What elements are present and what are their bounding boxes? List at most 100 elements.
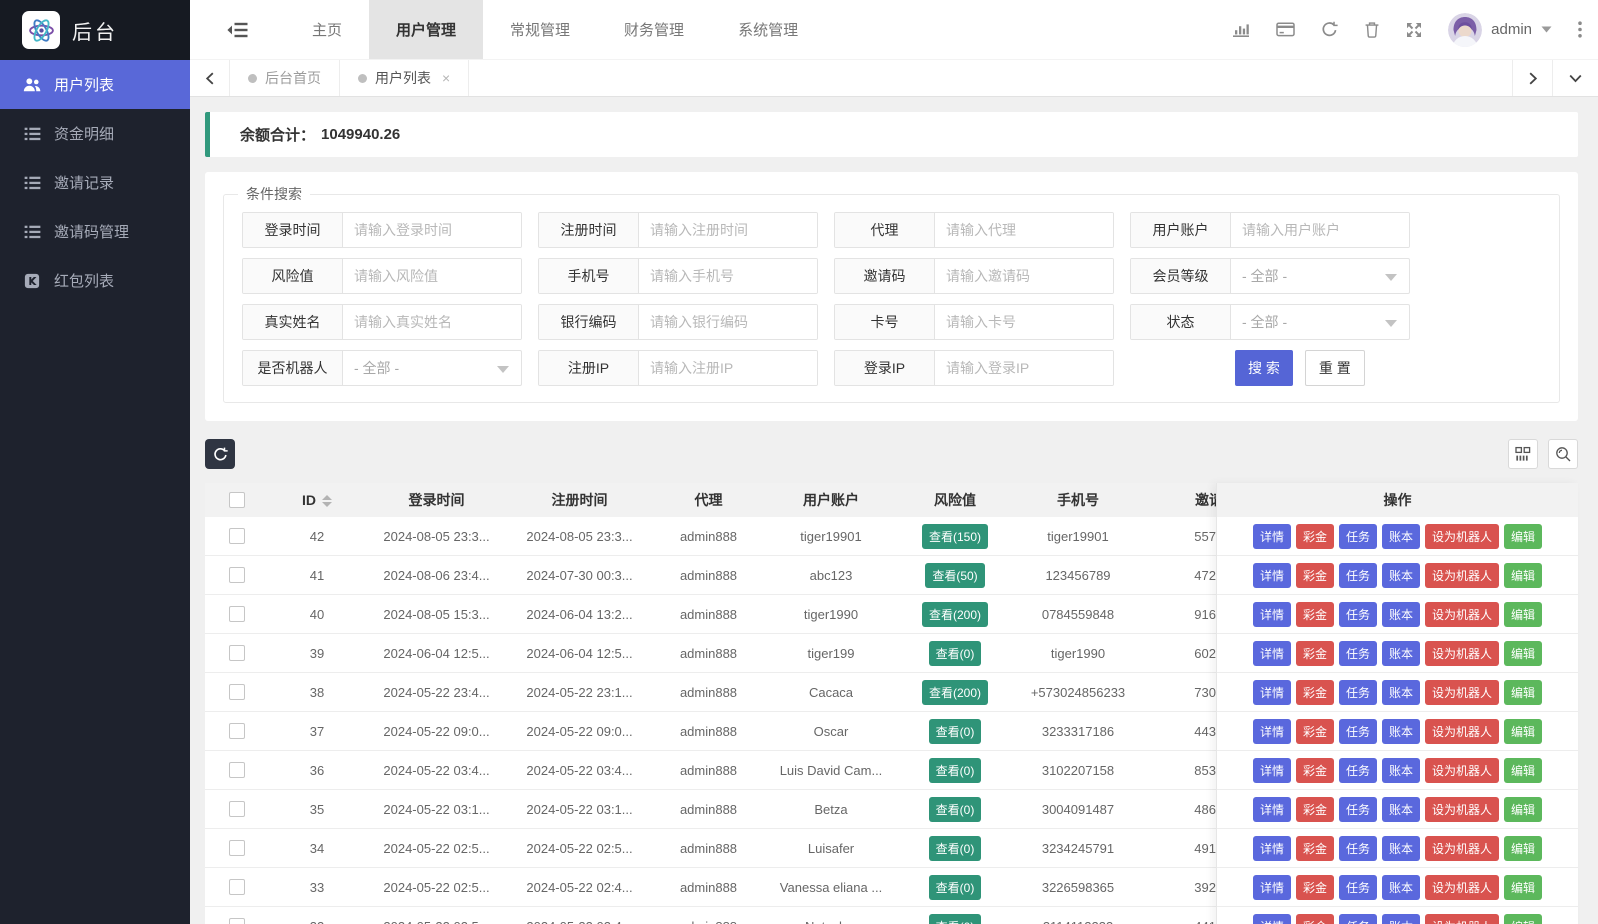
row-checkbox[interactable]	[229, 801, 245, 817]
action-彩金-button[interactable]: 彩金	[1296, 797, 1334, 822]
columns-settings-icon[interactable]	[1508, 439, 1538, 469]
trash-icon[interactable]	[1364, 21, 1380, 38]
action-账本-button[interactable]: 账本	[1382, 641, 1420, 666]
row-checkbox[interactable]	[229, 606, 245, 622]
action-设为机器人-button[interactable]: 设为机器人	[1425, 602, 1499, 627]
search-input-真实姓名[interactable]	[343, 305, 521, 339]
action-任务-button[interactable]: 任务	[1339, 719, 1377, 744]
action-彩金-button[interactable]: 彩金	[1296, 680, 1334, 705]
action-设为机器人-button[interactable]: 设为机器人	[1425, 836, 1499, 861]
sidebar-item-4[interactable]: 邀请码管理	[0, 207, 190, 256]
tabs-scroll-left-icon[interactable]	[190, 60, 230, 96]
risk-view-badge[interactable]: 查看(50)	[925, 563, 984, 588]
sidebar-item-1[interactable]: 用户列表	[0, 60, 190, 109]
top-menu-item-1[interactable]: 主页	[285, 0, 369, 59]
action-任务-button[interactable]: 任务	[1339, 602, 1377, 627]
action-账本-button[interactable]: 账本	[1382, 875, 1420, 900]
action-编辑-button[interactable]: 编辑	[1504, 680, 1542, 705]
tab-1[interactable]: 后台首页	[230, 60, 340, 96]
action-彩金-button[interactable]: 彩金	[1296, 602, 1334, 627]
action-账本-button[interactable]: 账本	[1382, 524, 1420, 549]
action-编辑-button[interactable]: 编辑	[1504, 524, 1542, 549]
action-详情-button[interactable]: 详情	[1253, 875, 1291, 900]
action-设为机器人-button[interactable]: 设为机器人	[1425, 875, 1499, 900]
action-任务-button[interactable]: 任务	[1339, 524, 1377, 549]
sort-desc-icon[interactable]	[322, 502, 332, 507]
row-checkbox[interactable]	[229, 684, 245, 700]
risk-view-badge[interactable]: 查看(0)	[929, 914, 982, 924]
search-input-注册时间[interactable]	[639, 213, 817, 247]
row-checkbox[interactable]	[229, 645, 245, 661]
search-input-银行编码[interactable]	[639, 305, 817, 339]
action-账本-button[interactable]: 账本	[1382, 680, 1420, 705]
search-select-会员等级[interactable]: - 全部 -	[1231, 259, 1409, 293]
action-设为机器人-button[interactable]: 设为机器人	[1425, 719, 1499, 744]
action-设为机器人-button[interactable]: 设为机器人	[1425, 680, 1499, 705]
search-select-状态[interactable]: - 全部 -	[1231, 305, 1409, 339]
action-详情-button[interactable]: 详情	[1253, 797, 1291, 822]
action-彩金-button[interactable]: 彩金	[1296, 836, 1334, 861]
action-账本-button[interactable]: 账本	[1382, 563, 1420, 588]
search-input-风险值[interactable]	[343, 259, 521, 293]
fullscreen-icon[interactable]	[1406, 22, 1422, 38]
action-任务-button[interactable]: 任务	[1339, 563, 1377, 588]
search-table-icon[interactable]	[1548, 439, 1578, 469]
action-编辑-button[interactable]: 编辑	[1504, 602, 1542, 627]
row-checkbox[interactable]	[229, 528, 245, 544]
action-彩金-button[interactable]: 彩金	[1296, 563, 1334, 588]
risk-view-badge[interactable]: 查看(0)	[929, 641, 982, 666]
action-彩金-button[interactable]: 彩金	[1296, 641, 1334, 666]
action-任务-button[interactable]: 任务	[1339, 914, 1377, 924]
row-checkbox[interactable]	[229, 840, 245, 856]
action-任务-button[interactable]: 任务	[1339, 641, 1377, 666]
risk-view-badge[interactable]: 查看(0)	[929, 875, 982, 900]
action-任务-button[interactable]: 任务	[1339, 875, 1377, 900]
row-checkbox[interactable]	[229, 762, 245, 778]
action-彩金-button[interactable]: 彩金	[1296, 524, 1334, 549]
sidebar-item-3[interactable]: 邀请记录	[0, 158, 190, 207]
action-编辑-button[interactable]: 编辑	[1504, 836, 1542, 861]
action-编辑-button[interactable]: 编辑	[1504, 719, 1542, 744]
action-设为机器人-button[interactable]: 设为机器人	[1425, 914, 1499, 924]
tab-close-icon[interactable]: ×	[442, 70, 450, 86]
sort-asc-icon[interactable]	[322, 495, 332, 500]
search-input-用户账户[interactable]	[1231, 213, 1409, 247]
action-设为机器人-button[interactable]: 设为机器人	[1425, 641, 1499, 666]
action-设为机器人-button[interactable]: 设为机器人	[1425, 524, 1499, 549]
tabs-scroll-right-icon[interactable]	[1512, 60, 1552, 96]
search-select-是否机器人[interactable]: - 全部 -	[343, 351, 521, 385]
action-编辑-button[interactable]: 编辑	[1504, 641, 1542, 666]
action-详情-button[interactable]: 详情	[1253, 602, 1291, 627]
action-详情-button[interactable]: 详情	[1253, 758, 1291, 783]
action-编辑-button[interactable]: 编辑	[1504, 914, 1542, 924]
action-任务-button[interactable]: 任务	[1339, 836, 1377, 861]
search-input-手机号[interactable]	[639, 259, 817, 293]
action-设为机器人-button[interactable]: 设为机器人	[1425, 797, 1499, 822]
top-menu-item-3[interactable]: 常规管理	[483, 0, 597, 59]
action-编辑-button[interactable]: 编辑	[1504, 875, 1542, 900]
credit-card-icon[interactable]	[1276, 22, 1295, 37]
reset-button[interactable]: 重 置	[1305, 350, 1365, 386]
risk-view-badge[interactable]: 查看(0)	[929, 797, 982, 822]
action-任务-button[interactable]: 任务	[1339, 797, 1377, 822]
action-账本-button[interactable]: 账本	[1382, 758, 1420, 783]
row-checkbox[interactable]	[229, 879, 245, 895]
action-详情-button[interactable]: 详情	[1253, 563, 1291, 588]
action-彩金-button[interactable]: 彩金	[1296, 719, 1334, 744]
search-input-注册IP[interactable]	[639, 351, 817, 385]
top-menu-item-5[interactable]: 系统管理	[711, 0, 825, 59]
action-编辑-button[interactable]: 编辑	[1504, 563, 1542, 588]
more-vertical-icon[interactable]	[1578, 21, 1582, 38]
search-button[interactable]: 搜 索	[1235, 350, 1293, 386]
risk-view-badge[interactable]: 查看(200)	[922, 602, 988, 627]
search-input-邀请码[interactable]	[935, 259, 1113, 293]
action-详情-button[interactable]: 详情	[1253, 680, 1291, 705]
top-menu-item-2[interactable]: 用户管理	[369, 0, 483, 59]
action-详情-button[interactable]: 详情	[1253, 914, 1291, 924]
action-任务-button[interactable]: 任务	[1339, 758, 1377, 783]
tabs-menu-chevron-down-icon[interactable]	[1552, 60, 1598, 96]
action-编辑-button[interactable]: 编辑	[1504, 797, 1542, 822]
action-彩金-button[interactable]: 彩金	[1296, 875, 1334, 900]
action-账本-button[interactable]: 账本	[1382, 602, 1420, 627]
sidebar-item-5[interactable]: 红包列表	[0, 256, 190, 305]
